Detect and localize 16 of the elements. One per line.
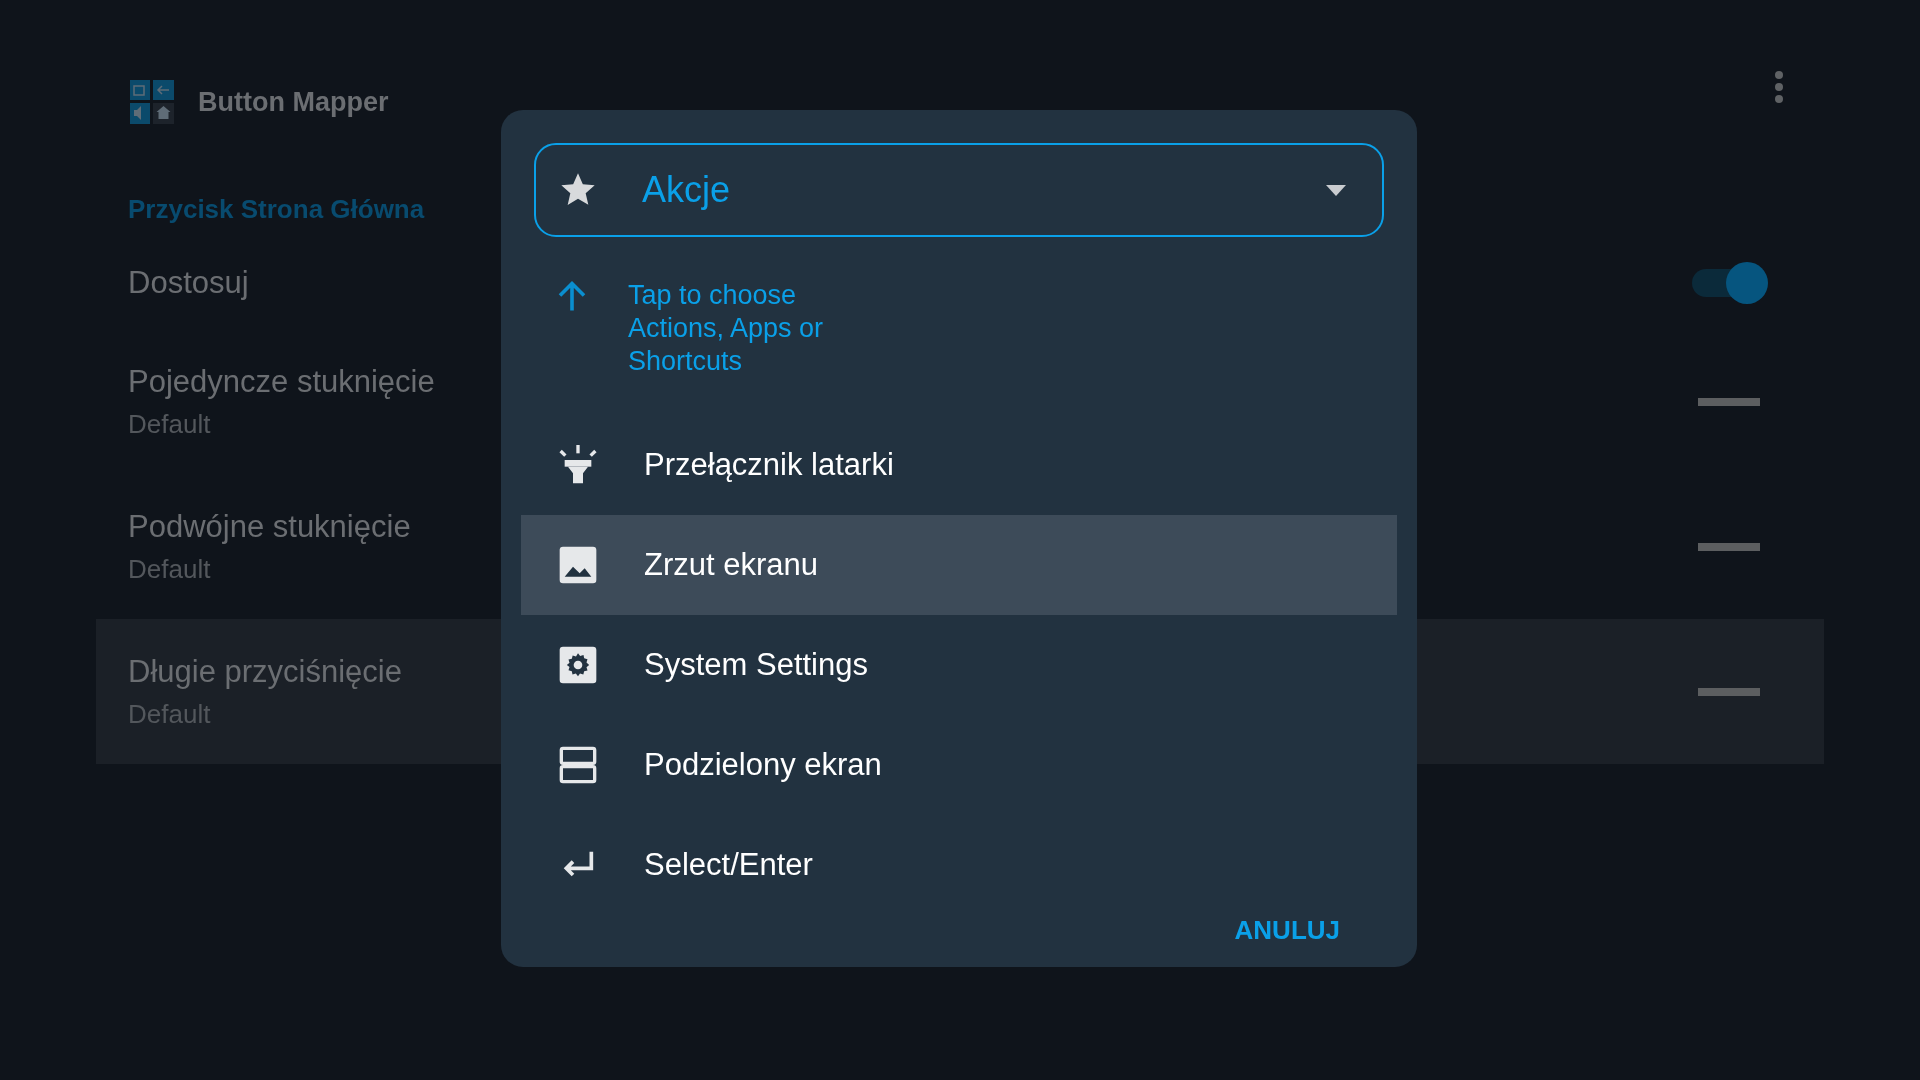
hint-text: Tap to choose Actions, Apps or Shortcuts — [628, 279, 825, 378]
action-label: Podzielony ekran — [644, 745, 882, 784]
app-title: Button Mapper — [198, 85, 389, 119]
setting-value: Default — [128, 408, 211, 442]
dropdown-value: Akcje — [642, 168, 732, 212]
setting-value: Default — [128, 553, 211, 587]
setting-title: Pojedyncze stuknięcie — [128, 362, 435, 401]
setting-title: Podwójne stuknięcie — [128, 507, 411, 546]
setting-title: Długie przyciśnięcie — [128, 652, 402, 691]
setting-title: Dostosuj — [128, 263, 249, 302]
action-label: Zrzut ekranu — [644, 545, 818, 584]
action-label: System Settings — [644, 645, 868, 684]
setting-value: Default — [128, 698, 211, 732]
action-label: Przełącznik latarki — [644, 445, 894, 484]
action-label: Select/Enter — [644, 845, 813, 884]
section-title: Przycisk Strona Główna — [128, 193, 425, 226]
